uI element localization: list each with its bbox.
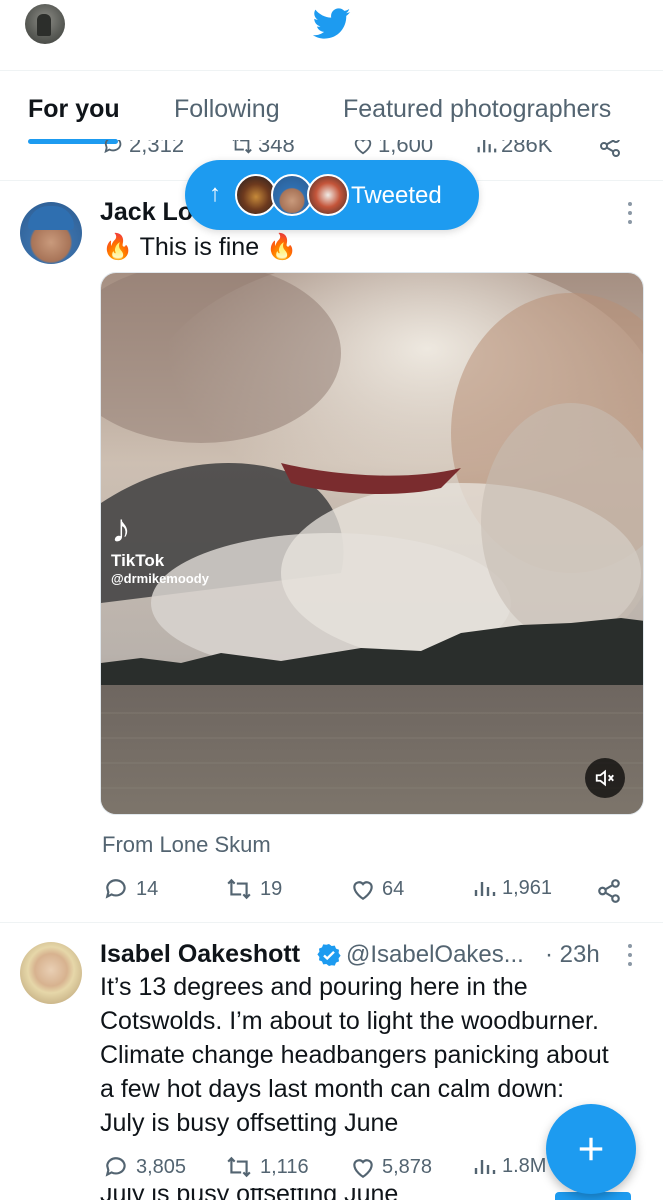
tweet-text-line: It’s 13 degrees and pouring here in the [100, 973, 528, 1001]
next-tweet-peek: July is busy offsetting June [100, 1188, 398, 1200]
reply-button[interactable]: 3,805 [104, 1154, 186, 1180]
like-button[interactable]: 1,600 [352, 140, 433, 158]
tiktok-brand: TikTok [111, 551, 165, 570]
reply-icon [105, 1157, 126, 1177]
twitter-bird-icon[interactable] [313, 8, 351, 40]
more-options-icon[interactable] [627, 202, 633, 224]
top-bar [0, 0, 663, 70]
reply-count: 3,805 [136, 1155, 187, 1178]
tab-featured-photographers[interactable]: Featured photographers [343, 95, 611, 124]
new-tweets-label: Tweeted [351, 182, 442, 209]
share-icon[interactable] [596, 878, 622, 904]
reply-button[interactable]: 2,312 [103, 140, 184, 158]
tiktok-username: @drmikemoody [111, 571, 209, 586]
compose-plus-icon [579, 1137, 603, 1161]
author-name[interactable]: Isabel Oakeshott [100, 940, 300, 969]
tweet-text-line: Climate change headbangers panicking abo… [100, 1041, 609, 1069]
retweet-button[interactable]: 19 [224, 876, 282, 902]
reply-button[interactable]: 14 [104, 876, 158, 902]
tweet-text-line: Cotswolds. I’m about to light the woodbu… [100, 1007, 599, 1035]
reply-icon [104, 140, 122, 154]
retweet-count: 348 [258, 140, 295, 157]
reply-count: 2,312 [129, 140, 185, 157]
views-count: 286K [501, 140, 553, 157]
tweet-text: It’s 13 degrees and pouring here in the … [100, 970, 609, 1140]
share-icon[interactable] [598, 140, 622, 158]
views-button[interactable]: 1,961 [472, 876, 552, 900]
tweet-avatar[interactable] [20, 202, 82, 264]
timeline-tabs: For you Following Featured photographers [0, 70, 663, 146]
views-icon [474, 1160, 496, 1174]
profile-avatar[interactable] [25, 4, 65, 44]
views-count: 1.8M [502, 1154, 547, 1177]
tiktok-watermark: ♪ TikTok @drmikemoody [111, 509, 209, 586]
retweet-icon [227, 1156, 251, 1178]
heart-icon [353, 881, 373, 901]
tab-for-you[interactable]: For you [28, 95, 120, 124]
like-count: 1,600 [378, 140, 434, 157]
tweet-avatar[interactable] [20, 942, 82, 1004]
arrow-up-icon: ↑ [209, 180, 221, 207]
retweet-icon [227, 878, 251, 900]
retweet-count: 19 [260, 877, 283, 900]
tab-following[interactable]: Following [174, 95, 280, 124]
views-button[interactable]: 286K [475, 140, 552, 158]
reply-icon [105, 879, 126, 899]
retweet-count: 1,116 [260, 1155, 309, 1178]
views-button[interactable]: 1.8M [472, 1154, 546, 1178]
tweet-actions: 14 19 64 1,961 [100, 876, 630, 908]
divider [0, 922, 663, 923]
views-icon [474, 882, 496, 896]
tweet-video[interactable]: ♪ TikTok @drmikemoody [100, 272, 644, 815]
avatar [307, 174, 349, 216]
new-tweets-pill[interactable]: ↑ Tweeted [185, 160, 479, 230]
retweet-icon [232, 140, 252, 154]
views-count: 1,961 [502, 876, 553, 899]
verified-badge-icon [317, 944, 341, 966]
reply-count: 14 [136, 877, 159, 900]
heart-icon [353, 1159, 373, 1179]
tweet-text-line: a few hot days last month can calm down: [100, 1075, 565, 1103]
tweet-text-line: July is busy offsetting June [100, 1109, 399, 1137]
heart-icon [354, 140, 372, 155]
like-button[interactable]: 64 [350, 876, 404, 902]
like-button[interactable]: 5,878 [350, 1154, 432, 1180]
retweet-button[interactable]: 348 [230, 140, 295, 158]
tweet-timestamp[interactable]: · 23h [545, 941, 600, 969]
source-label[interactable]: From Lone Skum [102, 832, 271, 858]
author-name[interactable]: Jack Lo [100, 198, 193, 227]
more-options-icon[interactable] [627, 944, 633, 966]
compose-button[interactable] [546, 1104, 636, 1194]
like-count: 5,878 [382, 1155, 433, 1178]
retweet-button[interactable]: 1,116 [224, 1154, 309, 1180]
author-handle[interactable]: @IsabelOakes... [346, 941, 524, 969]
tiktok-logo-icon: ♪ [111, 507, 131, 551]
mute-icon[interactable] [585, 758, 625, 798]
like-count: 64 [382, 877, 405, 900]
tweet-text: 🔥 This is fine 🔥 [102, 233, 298, 261]
views-icon [477, 140, 497, 153]
